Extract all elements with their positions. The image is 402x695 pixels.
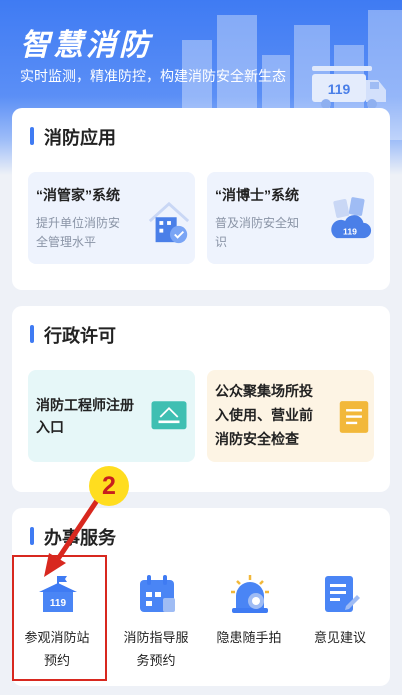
xiaoboshi-tile[interactable]: “消博士”系统 普及消防安全知 识 119: [207, 172, 374, 264]
section-marker: [30, 127, 34, 145]
tile-title: “消博士”系统: [215, 187, 299, 203]
document-check-icon: [339, 401, 369, 433]
service-label: 隐患随手拍: [204, 626, 294, 649]
engineer-registration-tile[interactable]: 消防工程师注册 入口: [28, 370, 195, 462]
fire-guidance-service[interactable]: 消防指导服 务预约: [111, 572, 201, 682]
alarm-camera-icon: [231, 575, 269, 613]
service-label-line1: 消防指导服: [123, 630, 189, 645]
service-label: 消防指导服 务预约: [111, 626, 201, 672]
tile-line1: 公众聚集场所投: [215, 383, 313, 399]
tile-desc-line2: 识: [215, 235, 228, 249]
calendar-icon: [140, 575, 175, 612]
tile-line2: 入使用、营业前: [215, 407, 313, 423]
feedback-service[interactable]: 意见建议: [295, 572, 385, 682]
fire-truck-icon: 119: [312, 66, 386, 109]
step-badge: 2: [89, 466, 129, 506]
hazard-photo-service[interactable]: 隐患随手拍: [204, 572, 294, 682]
section-marker: [30, 527, 34, 545]
building-shield-icon: [148, 201, 190, 244]
permit-section-title: 行政许可: [44, 326, 116, 346]
tile-line2: 入口: [36, 419, 64, 435]
page-subtitle: 实时监测，精准防控，构建消防安全新生态: [20, 68, 286, 84]
certificate-icon: [151, 401, 187, 430]
service-label-line2: 务预约: [136, 653, 176, 668]
service-label-line1: 隐患随手拍: [216, 630, 282, 645]
apps-card: 消防应用 “消管家”系统 提升单位消防安 全管理水平 “消博士”系统 普及消防安…: [12, 108, 390, 290]
service-label: 意见建议: [295, 626, 385, 649]
arrow-pointer-icon: [44, 496, 101, 577]
tile-line1: 消防工程师注册: [36, 397, 134, 413]
tile-desc-line1: 提升单位消防安: [36, 216, 121, 230]
public-venue-inspection-tile[interactable]: 公众聚集场所投 入使用、营业前 消防安全检查: [207, 370, 374, 462]
permit-card: 行政许可 消防工程师注册 入口 公众聚集场所投 入使用、营业前 消防安全检查: [12, 306, 390, 492]
section-marker: [30, 325, 34, 343]
cloud-number: 119: [343, 226, 357, 236]
tile-desc-line1: 普及消防安全知: [215, 216, 300, 230]
edit-note-icon: [325, 576, 360, 612]
truck-number: 119: [328, 81, 351, 97]
cloud-119-icon: 119: [331, 197, 372, 239]
page-title: 智慧消防: [20, 29, 152, 62]
service-label-line1: 意见建议: [313, 630, 366, 645]
tile-line3: 消防安全检查: [215, 431, 299, 447]
apps-section-title: 消防应用: [44, 128, 116, 148]
xiaoguanjia-tile[interactable]: “消管家”系统 提升单位消防安 全管理水平: [28, 172, 195, 264]
tile-desc-line2: 全管理水平: [36, 235, 97, 249]
tile-title: “消管家”系统: [36, 187, 120, 203]
